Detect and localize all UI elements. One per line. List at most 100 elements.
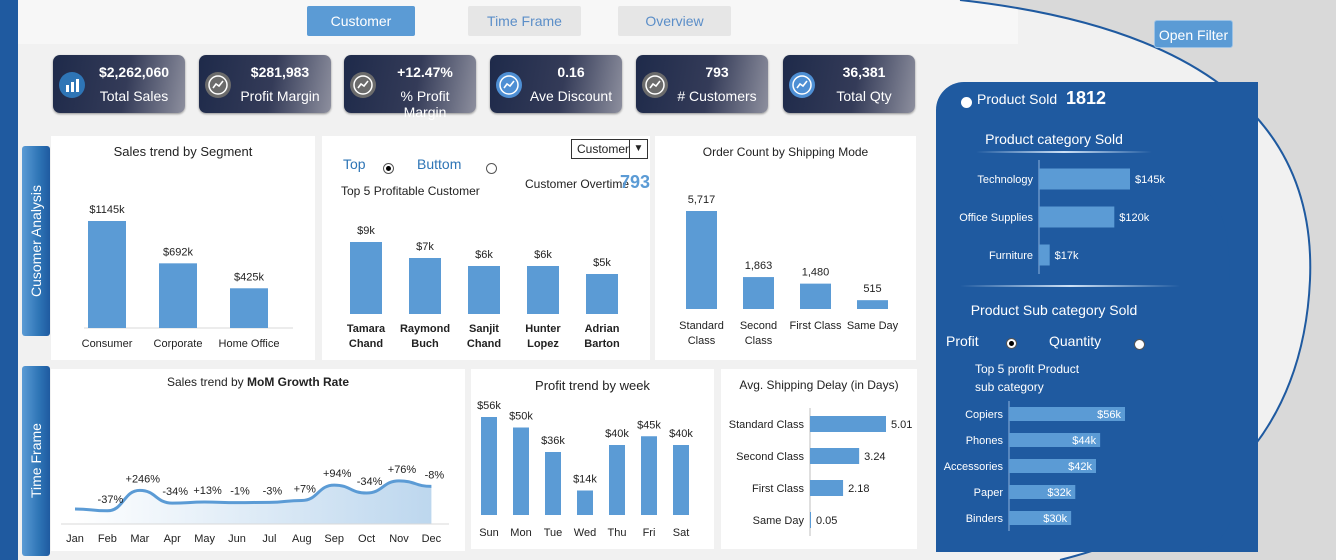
data-label: $1145k: [89, 204, 125, 216]
segment-chart: $1145k Consumer $692k Corporate $425k Home Of…: [82, 204, 293, 350]
data-label: $50k: [509, 411, 533, 423]
tab-customer[interactable]: Customer: [307, 6, 415, 36]
category-label: Phones: [966, 435, 1004, 447]
data-label: -34%: [162, 486, 188, 498]
category-label: Buch: [411, 338, 439, 350]
trend-icon: [496, 72, 522, 98]
month-label: Jul: [262, 533, 276, 545]
category-label: Class: [745, 335, 773, 347]
kpi-value: 0.16: [557, 64, 585, 80]
shipmode-panel: Order Count by Shipping Mode 5,717 Standa…: [655, 136, 916, 360]
data-label: $56k: [1097, 409, 1121, 421]
subcategory-chart: Copiers $56k Phones $44k Accessories $42k Pape…: [944, 401, 1125, 531]
category-label: Barton: [584, 338, 620, 350]
mom-panel: Sales trend by MoM Growth Rate Jan Feb -37…: [51, 369, 465, 551]
category-label: Wed: [574, 527, 596, 539]
data-label: $6k: [475, 249, 493, 261]
trend-icon: [789, 72, 815, 98]
category-label: Binders: [966, 513, 1004, 525]
data-label: $44k: [1072, 435, 1096, 447]
category-label: Lopez: [527, 338, 559, 350]
data-label: -37%: [98, 494, 124, 506]
bar-chart-icon: [59, 72, 85, 98]
month-label: Nov: [389, 533, 409, 545]
data-label: +94%: [323, 468, 352, 480]
data-label: $32k: [1047, 487, 1071, 499]
tab-overview[interactable]: Overview: [618, 6, 731, 36]
week-chart: $56k Sun $50k Mon $36k Tue $14k Wed $40k Thu $45k F…: [477, 400, 693, 539]
category-label: Corporate: [154, 338, 203, 350]
bar: [577, 490, 593, 515]
category-label: Tamara: [347, 323, 386, 335]
data-label: +7%: [294, 483, 317, 495]
kpi-label: % Profit Margin: [400, 88, 450, 120]
data-label: $425k: [234, 271, 264, 283]
month-label: May: [194, 533, 215, 545]
bar: [230, 288, 268, 328]
category-label: Standard Class: [729, 419, 805, 431]
category-label: Fri: [643, 527, 656, 539]
trend-icon: [350, 72, 376, 98]
data-label: 2.18: [848, 483, 869, 495]
bar: [800, 283, 831, 309]
category-label: Sun: [479, 527, 499, 539]
data-label: $17k: [1055, 250, 1079, 262]
data-label: +76%: [388, 464, 417, 476]
category-label: Home Office: [219, 338, 280, 350]
product-sold-value: 1812: [1066, 88, 1107, 108]
category-label: Mon: [510, 527, 531, 539]
kpi-value: $281,983: [250, 64, 310, 80]
category-title: Product category Sold: [985, 131, 1123, 147]
category-label: Raymond: [400, 323, 450, 335]
data-label: $6k: [534, 249, 552, 261]
section-label-customer: Cusomer Analysis: [28, 184, 44, 298]
data-label: $120k: [1119, 212, 1149, 224]
category-label: Thu: [608, 527, 627, 539]
data-label: $692k: [163, 246, 193, 258]
category-label: Sanjit: [469, 323, 499, 335]
data-label: $40k: [669, 428, 693, 440]
bar: [810, 416, 886, 432]
kpi-label: Total Sales: [99, 88, 169, 104]
data-label: $5k: [593, 257, 611, 269]
data-label: 515: [863, 283, 881, 295]
trend-icon: [205, 72, 231, 98]
segment-panel: Sales trend by Segment $1145k Consumer $69…: [51, 136, 315, 360]
tab-time-frame[interactable]: Time Frame: [468, 6, 581, 36]
category-label: Second Class: [736, 451, 804, 463]
data-label: -1%: [230, 486, 250, 498]
bar: [468, 266, 500, 314]
data-label: 5,717: [688, 194, 716, 206]
data-label: $9k: [357, 225, 375, 237]
section-tab-time: Time Frame: [22, 366, 50, 556]
category-label: First Class: [752, 483, 804, 495]
quantity-radio[interactable]: [1133, 339, 1145, 350]
month-label: Jun: [228, 533, 246, 545]
bar: [513, 427, 529, 515]
data-label: 3.24: [864, 451, 885, 463]
category-label: Furniture: [989, 250, 1033, 262]
data-label: +246%: [126, 473, 161, 485]
category-chart: Technology $145k Office Supplies $120k Furni…: [959, 160, 1165, 274]
kpi-card: 36,381 Total Qty: [783, 55, 915, 113]
data-label: $30k: [1043, 513, 1067, 525]
data-label: 1,480: [802, 267, 830, 279]
bar: [686, 211, 717, 309]
data-label: $42k: [1068, 461, 1092, 473]
open-filter-button[interactable]: Open Filter: [1154, 20, 1233, 48]
kpi-card: $2,262,060 Total Sales: [53, 55, 185, 113]
category-label: Accessories: [944, 461, 1004, 473]
category-label: Adrian: [585, 323, 620, 335]
category-label: Sat: [673, 527, 690, 539]
data-label: $56k: [477, 400, 501, 412]
section-label-time: Time Frame: [28, 423, 44, 499]
kpi-label: Total Qty: [836, 88, 892, 104]
data-label: -3%: [263, 485, 283, 497]
kpi-card: +12.47% % Profit Margin: [344, 55, 476, 120]
kpi-label: Profit Margin: [240, 88, 320, 104]
data-label: $7k: [416, 241, 434, 253]
bar: [88, 221, 126, 328]
category-label: First Class: [790, 320, 842, 332]
bar: [857, 300, 888, 309]
bar: [810, 512, 811, 528]
